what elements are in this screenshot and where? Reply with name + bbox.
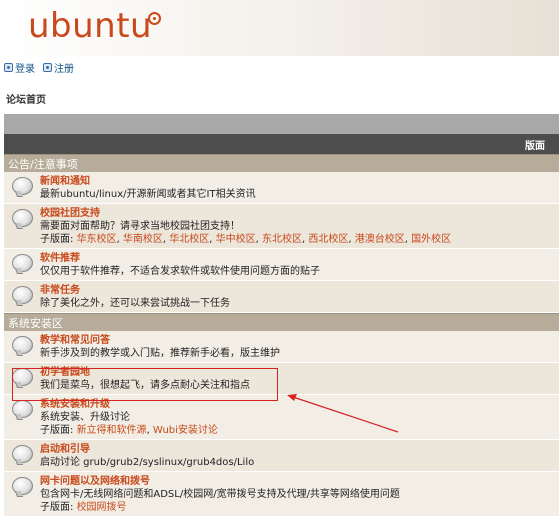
login-label: 登录 bbox=[15, 63, 35, 75]
forum-title-link[interactable]: 教学和常见问答 bbox=[40, 334, 559, 347]
breadcrumb[interactable]: 论坛首页 bbox=[6, 91, 46, 106]
speech-bubble-icon bbox=[11, 209, 33, 227]
forum-row: 系统安装和升级 系统安装、升级讨论 子版面: 新立得和软件源, Wubi安装讨论 bbox=[4, 395, 559, 440]
forum-info: 网卡问题以及网络和拨号 包含网卡/无线网络问题和ADSL/校园网/宽带拨号支持及代… bbox=[40, 475, 559, 514]
speech-bubble-icon bbox=[11, 177, 33, 195]
forum-icon-cell bbox=[4, 443, 40, 463]
subforum-link[interactable]: 华北校区 bbox=[169, 234, 209, 245]
forum-row: 校园社团支持 需要面对面帮助？请寻求当地校园社团支持！ 子版面: 华东校区, 华南校… bbox=[4, 204, 559, 249]
subforum-list: 子版面: 华东校区, 华南校区, 华北校区, 华中校区, 东北校区, 西北校区,… bbox=[40, 233, 559, 246]
forum-title-link[interactable]: 非常任务 bbox=[40, 284, 559, 297]
speech-bubble-icon bbox=[11, 400, 33, 418]
forum-info: 系统安装和升级 系统安装、升级讨论 子版面: 新立得和软件源, Wubi安装讨论 bbox=[40, 398, 559, 437]
forum-title-link[interactable]: 网卡问题以及网络和拨号 bbox=[40, 475, 559, 488]
register-icon bbox=[43, 62, 52, 72]
forum-icon-cell bbox=[4, 252, 40, 272]
forum-description: 包含网卡/无线网络问题和ADSL/校园网/宽带拨号支持及代理/共享等网络使用问题 bbox=[40, 489, 400, 500]
forum-description: 启动讨论 grub/grub2/syslinux/grub4dos/Lilo bbox=[40, 457, 255, 468]
forum-info: 新闻和通知 最新ubuntu/linux/开源新闻或者其它IT相关资讯 bbox=[40, 175, 559, 201]
forum-info: 启动和引导 启动讨论 grub/grub2/syslinux/grub4dos/L… bbox=[40, 443, 559, 469]
forum-icon-cell bbox=[4, 475, 40, 495]
login-icon bbox=[4, 62, 13, 72]
forum-description: 最新ubuntu/linux/开源新闻或者其它IT相关资讯 bbox=[40, 189, 256, 200]
login-link[interactable]: 登录 bbox=[4, 60, 35, 75]
speech-bubble-icon bbox=[11, 477, 33, 495]
subforum-list: 子版面: 新立得和软件源, Wubi安装讨论 bbox=[40, 424, 559, 437]
forum-info: 软件推荐 仅仅用于软件推荐，不适合发求软件或软件使用问题方面的贴子 bbox=[40, 252, 559, 278]
forums-column-label: 版面 bbox=[525, 140, 545, 152]
category-header[interactable]: 系统安装区 bbox=[4, 313, 559, 331]
register-link[interactable]: 注册 bbox=[43, 60, 74, 75]
subforum-link[interactable]: 华中校区 bbox=[216, 234, 256, 245]
subforum-link[interactable]: 西北校区 bbox=[308, 234, 348, 245]
forum-title-link[interactable]: 软件推荐 bbox=[40, 252, 559, 265]
subforum-link[interactable]: 新立得和软件源 bbox=[77, 425, 147, 436]
forum-row: 教学和常见问答 新手涉及到的教学或入门贴，推荐新手必看，版主维护 bbox=[4, 331, 559, 363]
subforum-link[interactable]: 校园网拨号 bbox=[77, 502, 127, 513]
forum-row: 网卡问题以及网络和拨号 包含网卡/无线网络问题和ADSL/校园网/宽带拨号支持及代… bbox=[4, 472, 559, 517]
forum-row: 启动和引导 启动讨论 grub/grub2/syslinux/grub4dos/L… bbox=[4, 440, 559, 472]
speech-bubble-icon bbox=[11, 286, 33, 304]
subforum-list: 子版面: 校园网拨号 bbox=[40, 501, 559, 514]
category-header[interactable]: 公告/注意事项 bbox=[4, 154, 559, 172]
forum-row: 软件推荐 仅仅用于软件推荐，不适合发求软件或软件使用问题方面的贴子 bbox=[4, 249, 559, 281]
subforum-link[interactable]: 华南校区 bbox=[123, 234, 163, 245]
forum-icon-cell bbox=[4, 175, 40, 195]
speech-bubble-icon bbox=[11, 336, 33, 354]
speech-bubble-icon bbox=[11, 254, 33, 272]
subforum-label: 子版面: bbox=[40, 234, 74, 245]
forum-info: 教学和常见问答 新手涉及到的教学或入门贴，推荐新手必看，版主维护 bbox=[40, 334, 559, 360]
site-header: ubuntu bbox=[0, 0, 559, 56]
forum-title-link[interactable]: 启动和引导 bbox=[40, 443, 559, 456]
forum-description: 需要面对面帮助？请寻求当地校园社团支持！ bbox=[40, 221, 240, 232]
forum-description: 系统安装、升级讨论 bbox=[40, 412, 130, 423]
table-header: 版面 bbox=[4, 134, 559, 154]
subforum-link[interactable]: Wubi安装讨论 bbox=[153, 425, 218, 436]
forum-icon-cell bbox=[4, 207, 40, 227]
ubuntu-logo[interactable]: ubuntu bbox=[28, 6, 152, 46]
subforum-label: 子版面: bbox=[40, 502, 74, 513]
forum-row: 非常任务 除了美化之外，还可以来尝试挑战一下任务 bbox=[4, 281, 559, 313]
forum-description: 新手涉及到的教学或入门贴，推荐新手必看，版主维护 bbox=[40, 348, 280, 359]
forum-title-link[interactable]: 新闻和通知 bbox=[40, 175, 559, 188]
forum-icon-cell bbox=[4, 334, 40, 354]
subforum-link[interactable]: 港澳台校区 bbox=[355, 234, 405, 245]
forum-row: 新闻和通知 最新ubuntu/linux/开源新闻或者其它IT相关资讯 bbox=[4, 172, 559, 204]
circle-of-friends-icon bbox=[148, 12, 161, 25]
speech-bubble-icon bbox=[11, 445, 33, 463]
forum-list: 版面 公告/注意事项新闻和通知 最新ubuntu/linux/开源新闻或者其它IT… bbox=[4, 114, 559, 517]
subforum-link[interactable]: 国外校区 bbox=[411, 234, 451, 245]
forum-icon-cell bbox=[4, 398, 40, 418]
table-top-bar bbox=[4, 114, 559, 134]
forum-icon-cell bbox=[4, 284, 40, 304]
register-label: 注册 bbox=[54, 63, 74, 75]
subforum-label: 子版面: bbox=[40, 425, 74, 436]
login-bar: 登录 注册 bbox=[4, 60, 82, 75]
forum-title-link[interactable]: 校园社团支持 bbox=[40, 207, 559, 220]
annotation-highlight-box bbox=[12, 368, 278, 401]
forum-description: 仅仅用于软件推荐，不适合发求软件或软件使用问题方面的贴子 bbox=[40, 266, 320, 277]
subforum-link[interactable]: 华东校区 bbox=[77, 234, 117, 245]
forum-description: 除了美化之外，还可以来尝试挑战一下任务 bbox=[40, 298, 230, 309]
forum-info: 非常任务 除了美化之外，还可以来尝试挑战一下任务 bbox=[40, 284, 559, 310]
subforum-link[interactable]: 东北校区 bbox=[262, 234, 302, 245]
forum-info: 校园社团支持 需要面对面帮助？请寻求当地校园社团支持！ 子版面: 华东校区, 华南校… bbox=[40, 207, 559, 246]
